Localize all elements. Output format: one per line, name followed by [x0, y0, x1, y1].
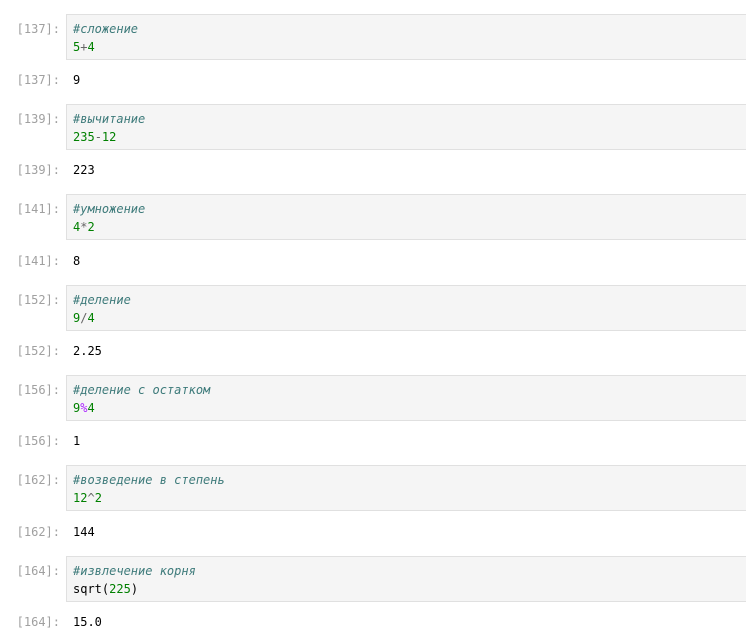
- code-expression: 235-12: [73, 128, 116, 146]
- code-paren: ): [130, 582, 139, 596]
- code-operator: -: [94, 130, 102, 144]
- output-value: 223: [73, 163, 95, 177]
- output-value: 8: [73, 254, 81, 268]
- code-number: 12: [73, 491, 88, 505]
- code-number: 4: [87, 40, 95, 54]
- code-comment: #извлечение корня: [73, 564, 196, 578]
- code-number: 2: [94, 491, 102, 505]
- code-number: 12: [101, 130, 117, 144]
- input-prompt: [156]:: [16, 383, 60, 397]
- code-number: 4: [87, 401, 95, 415]
- notebook: [137]: #сложение 5+4 [137]: 9 [139]: #вы…: [0, 0, 746, 640]
- output-value: 1: [73, 434, 81, 448]
- code-expression: 4*2: [73, 218, 95, 236]
- output-row: [152]: 2.25: [0, 342, 746, 360]
- code-input[interactable]: #возведение в степень 12^2: [66, 465, 746, 511]
- input-prompt: [152]:: [16, 293, 60, 307]
- code-expression: 9/4: [73, 309, 95, 327]
- code-expression: 5+4: [73, 38, 95, 56]
- input-prompt: [137]:: [16, 22, 60, 36]
- code-function-name: sqrt: [73, 582, 102, 596]
- output-row: [141]: 8: [0, 252, 746, 270]
- output-row: [164]: 15.0: [0, 613, 746, 631]
- code-expression: sqrt(225): [73, 580, 138, 598]
- output-value: 15.0: [73, 615, 102, 629]
- code-number: 225: [109, 582, 131, 596]
- code-comment: #деление: [73, 293, 131, 307]
- code-number: 4: [87, 311, 95, 325]
- output-value: 2.25: [73, 344, 102, 358]
- output-row: [139]: 223: [0, 161, 746, 179]
- code-expression: 9%4: [73, 399, 95, 417]
- output-value: 9: [73, 73, 81, 87]
- input-prompt: [141]:: [16, 202, 60, 216]
- output-prompt: [141]:: [16, 254, 60, 268]
- code-comment: #сложение: [73, 22, 139, 36]
- output-prompt: [162]:: [16, 525, 60, 539]
- code-comment: #вычитание: [73, 112, 146, 126]
- output-row: [137]: 9: [0, 71, 746, 89]
- code-comment: #умножение: [73, 202, 146, 216]
- code-input[interactable]: #сложение 5+4: [66, 14, 746, 60]
- code-input[interactable]: #деление 9/4: [66, 285, 746, 331]
- output-prompt: [152]:: [16, 344, 60, 358]
- code-input[interactable]: #извлечение корня sqrt(225): [66, 556, 746, 602]
- code-operator: ^: [87, 491, 95, 505]
- code-input[interactable]: #деление с остатком 9%4: [66, 375, 746, 421]
- output-value: 144: [73, 525, 95, 539]
- code-input[interactable]: #вычитание 235-12: [66, 104, 746, 150]
- input-prompt: [164]:: [16, 564, 60, 578]
- output-prompt: [137]:: [16, 73, 60, 87]
- code-comment: #деление с остатком: [73, 383, 211, 397]
- code-input[interactable]: #умножение 4*2: [66, 194, 746, 240]
- output-prompt: [139]:: [16, 163, 60, 177]
- output-row: [162]: 144: [0, 523, 746, 541]
- code-expression: 12^2: [73, 489, 102, 507]
- code-comment: #возведение в степень: [73, 473, 225, 487]
- input-prompt: [139]:: [16, 112, 60, 126]
- code-number: 2: [87, 220, 95, 234]
- output-prompt: [164]:: [16, 615, 60, 629]
- output-row: [156]: 1: [0, 432, 746, 450]
- input-prompt: [162]:: [16, 473, 60, 487]
- output-prompt: [156]:: [16, 434, 60, 448]
- code-number: 235: [73, 130, 95, 144]
